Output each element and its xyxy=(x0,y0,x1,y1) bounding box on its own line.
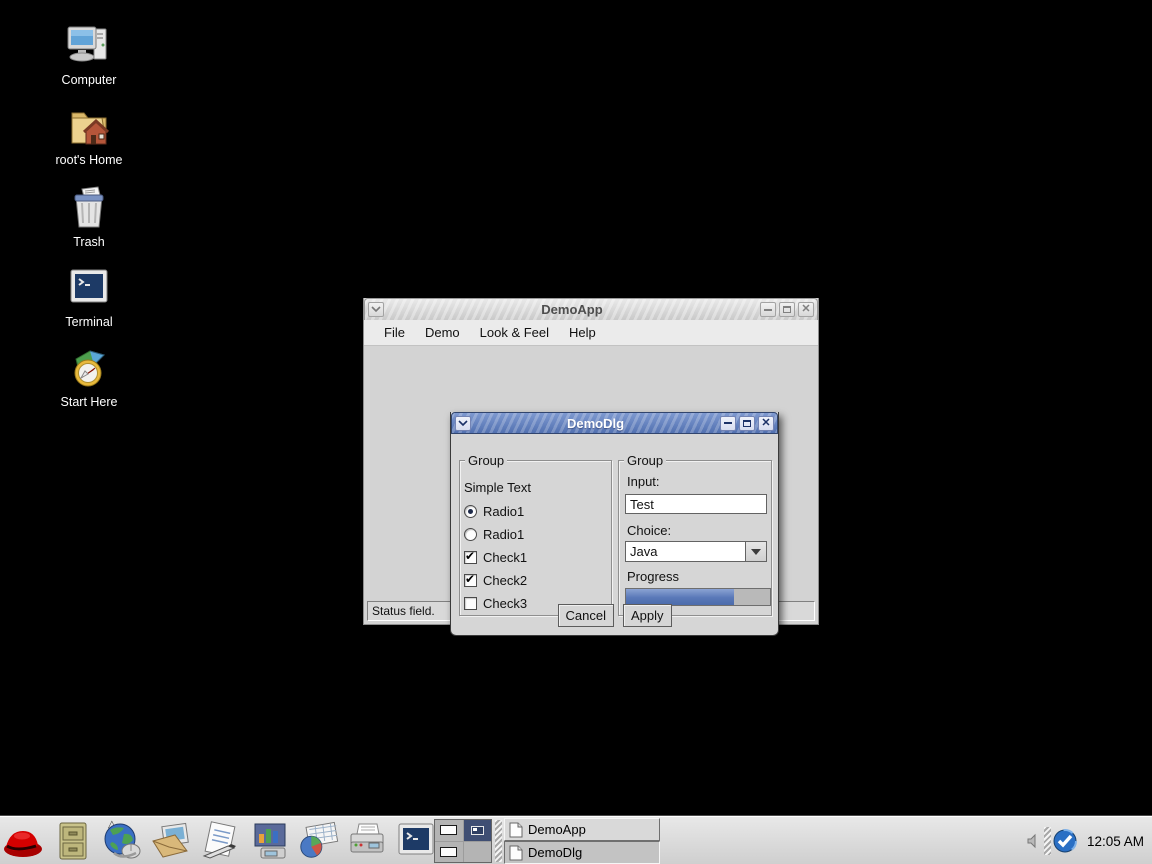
demodlg-body: Group Simple Text Radio1 Radio1 Check1 C… xyxy=(451,434,778,635)
desktop-icon-label: Trash xyxy=(47,235,131,249)
terminal-launcher-icon[interactable] xyxy=(394,819,438,863)
close-button[interactable]: ✕ xyxy=(798,302,814,317)
menu-help[interactable]: Help xyxy=(559,322,606,343)
minimize-button[interactable] xyxy=(760,302,776,317)
radio-label: Radio1 xyxy=(483,527,524,542)
demodlg-dialog: DemoDlg ✕ Group Simple Text Radio1 Radio… xyxy=(450,412,779,636)
simple-text-label: Simple Text xyxy=(464,480,531,495)
spreadsheet-icon[interactable] xyxy=(296,819,340,863)
desktop-icon-label: Terminal xyxy=(47,315,131,329)
menu-demo[interactable]: Demo xyxy=(415,322,470,343)
clock[interactable]: 12:05 AM xyxy=(1087,834,1148,849)
radio-radio1-selected[interactable]: Radio1 xyxy=(464,503,524,519)
desktop-icon-terminal[interactable]: Terminal xyxy=(47,264,131,329)
desktop-icon-computer[interactable]: Computer xyxy=(47,22,131,87)
desktop-icon-label: root's Home xyxy=(47,153,131,167)
panel-drag-handle[interactable] xyxy=(495,820,502,862)
update-check-icon[interactable] xyxy=(1052,828,1078,854)
maximize-button[interactable] xyxy=(739,416,755,431)
desktop-icon-label: Start Here xyxy=(47,395,131,409)
taskbar-window-label: DemoDlg xyxy=(528,845,582,860)
combobox-value: Java xyxy=(625,541,745,562)
input-label: Input: xyxy=(627,474,660,489)
minimize-button[interactable] xyxy=(720,416,736,431)
desktop-icon-label: Computer xyxy=(47,73,131,87)
workspace-2-active[interactable] xyxy=(464,820,492,841)
menu-file[interactable]: File xyxy=(374,322,415,343)
groupbox-controls: Group Simple Text Radio1 Radio1 Check1 C… xyxy=(459,460,612,616)
email-icon[interactable] xyxy=(149,819,193,863)
computer-icon xyxy=(47,22,131,70)
window-document-icon xyxy=(509,845,523,861)
presentation-icon[interactable] xyxy=(247,819,291,863)
file-manager-icon[interactable] xyxy=(51,819,95,863)
radio-icon xyxy=(464,528,477,541)
workspace-1[interactable] xyxy=(435,820,463,841)
window-title: DemoApp xyxy=(387,302,757,317)
combobox-dropdown-button[interactable] xyxy=(745,541,767,562)
menu-look-and-feel[interactable]: Look & Feel xyxy=(470,322,559,343)
menubar: File Demo Look & Feel Help xyxy=(364,320,818,346)
groupbox-title: Group xyxy=(465,453,507,468)
apply-button[interactable]: Apply xyxy=(623,604,672,627)
input-field[interactable] xyxy=(625,494,767,514)
workspace-switcher xyxy=(434,819,492,863)
radio-label: Radio1 xyxy=(483,504,524,519)
radio-radio1-unselected[interactable]: Radio1 xyxy=(464,526,524,542)
desktop-icon-trash[interactable]: Trash xyxy=(47,184,131,249)
choice-combobox[interactable]: Java xyxy=(625,541,767,562)
cancel-button[interactable]: Cancel xyxy=(558,604,614,627)
taskbar-window-demodlg[interactable]: DemoDlg xyxy=(504,841,660,864)
mini-window xyxy=(440,825,457,835)
maximize-button[interactable] xyxy=(779,302,795,317)
checkbox-icon xyxy=(464,574,477,587)
redhat-menu-icon[interactable] xyxy=(2,819,46,863)
trash-icon xyxy=(47,184,131,232)
word-processor-icon[interactable] xyxy=(198,819,242,863)
checkbox-check2[interactable]: Check2 xyxy=(464,572,527,588)
taskbar-panel: △ xyxy=(0,816,1152,864)
checkbox-icon xyxy=(464,551,477,564)
speaker-icon[interactable] xyxy=(1025,832,1043,850)
mini-window xyxy=(471,826,484,835)
system-tray: 12:05 AM xyxy=(1025,817,1148,864)
launcher-area xyxy=(0,819,438,863)
checkbox-label: Check2 xyxy=(483,573,527,588)
workspace-4[interactable] xyxy=(464,842,492,863)
window-document-icon xyxy=(509,822,523,838)
demodlg-titlebar[interactable]: DemoDlg ✕ xyxy=(451,412,778,434)
desktop-icon-start-here[interactable]: Start Here xyxy=(47,344,131,409)
start-here-icon xyxy=(47,344,131,392)
dialog-button-row: Cancel Apply xyxy=(451,604,778,627)
checkbox-label: Check1 xyxy=(483,550,527,565)
choice-label: Choice: xyxy=(627,523,671,538)
progress-label: Progress xyxy=(627,569,679,584)
window-menu-button[interactable] xyxy=(455,416,471,431)
demoapp-titlebar[interactable]: DemoApp ✕ xyxy=(364,298,818,320)
printer-icon[interactable] xyxy=(345,819,389,863)
terminal-icon xyxy=(47,264,131,312)
home-folder-icon xyxy=(47,102,131,150)
window-title: DemoDlg xyxy=(474,416,717,431)
progress-bar-fill xyxy=(626,589,734,605)
chevron-down-icon xyxy=(751,549,761,555)
taskbar-window-demoapp[interactable]: DemoApp xyxy=(504,818,660,841)
close-button[interactable]: ✕ xyxy=(758,416,774,431)
window-menu-button[interactable] xyxy=(368,302,384,317)
groupbox-fields: Group Input: Choice: Java Progress xyxy=(618,460,772,616)
checkbox-check1[interactable]: Check1 xyxy=(464,549,527,565)
mini-window xyxy=(440,847,457,857)
radio-icon xyxy=(464,505,477,518)
window-list: DemoApp DemoDlg xyxy=(504,818,660,864)
web-browser-icon[interactable] xyxy=(100,819,144,863)
groupbox-title: Group xyxy=(624,453,666,468)
desktop-icon-home[interactable]: root's Home xyxy=(47,102,131,167)
workspace-3[interactable] xyxy=(435,842,463,863)
taskbar-window-label: DemoApp xyxy=(528,822,586,837)
